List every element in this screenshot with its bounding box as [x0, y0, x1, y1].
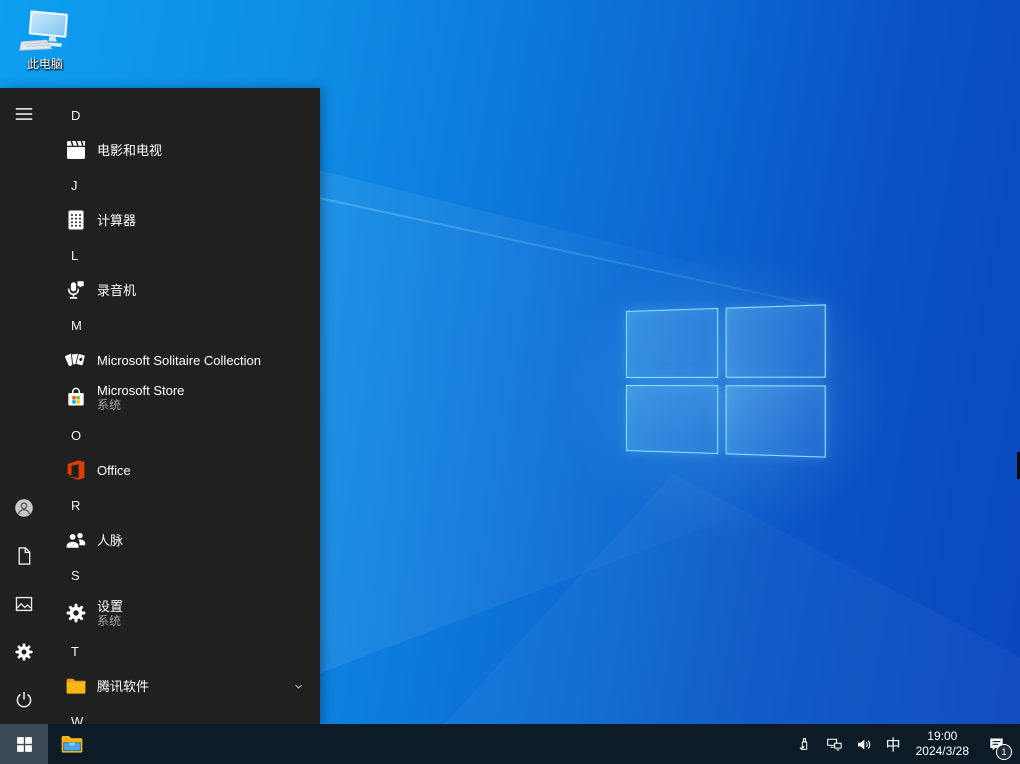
app-label: Microsoft Solitaire Collection — [97, 353, 261, 368]
start-menu-item[interactable]: 录音机 — [48, 273, 320, 307]
clock-date: 2024/3/28 — [916, 744, 969, 759]
this-pc-desktop-icon[interactable]: 此电脑 — [8, 6, 82, 72]
desktop-screen: 此电脑 D 电影和电视 J 计算器 L 录音机 M Microsoft Solitaire C… — [0, 0, 1020, 764]
app-label: Microsoft Store — [97, 383, 184, 398]
computer-icon — [18, 6, 72, 54]
office-icon — [64, 458, 88, 482]
network-icon — [825, 735, 844, 754]
start-menu-item[interactable]: Microsoft Solitaire Collection — [48, 343, 320, 377]
windows-logo-pane — [725, 385, 826, 458]
start-menu-item[interactable]: 计算器 — [48, 203, 320, 237]
usb-eject-icon — [795, 735, 814, 754]
app-list-section-header[interactable]: M — [48, 307, 320, 343]
start-menu-item[interactable]: Microsoft Store 系统 — [48, 377, 320, 417]
app-label: 设置 — [97, 599, 123, 614]
app-list-section-header[interactable]: T — [48, 633, 320, 669]
movies-tv-icon — [64, 138, 88, 162]
desktop-icon-label: 此电脑 — [8, 55, 82, 72]
calculator-icon — [64, 208, 88, 232]
action-center-button[interactable]: 1 — [985, 733, 1008, 756]
start-button[interactable] — [0, 724, 48, 764]
app-label: 人脉 — [97, 533, 123, 548]
file-explorer-button[interactable] — [48, 724, 96, 764]
rail-settings-button[interactable] — [0, 628, 48, 676]
app-list-section-header[interactable]: W — [48, 703, 320, 724]
clock-time: 19:00 — [916, 729, 969, 744]
start-menu-item[interactable]: Office — [48, 453, 320, 487]
start-menu-item[interactable]: 电影和电视 — [48, 133, 320, 167]
rail-account-button[interactable] — [0, 484, 48, 532]
app-label: 电影和电视 — [97, 143, 162, 158]
rail-bottom — [0, 484, 48, 724]
windows-logo-pane — [626, 308, 718, 378]
microsoft-store-icon — [64, 385, 88, 409]
start-menu-rail — [0, 88, 48, 724]
rail-menu-button[interactable] — [0, 90, 48, 138]
start-menu-item[interactable]: 腾讯软件 — [48, 669, 320, 703]
app-list-section-header[interactable]: S — [48, 557, 320, 593]
volume-button[interactable] — [853, 733, 876, 756]
folder-icon — [64, 674, 88, 698]
network-button[interactable] — [823, 733, 846, 756]
start-menu-item[interactable]: 人脉 — [48, 523, 320, 557]
start-menu-item[interactable]: 设置 系统 — [48, 593, 320, 633]
app-list-section-header[interactable]: R — [48, 487, 320, 523]
rail-pictures-button[interactable] — [0, 580, 48, 628]
app-label: 计算器 — [97, 213, 136, 228]
file-explorer-icon — [59, 731, 85, 757]
app-label: 录音机 — [97, 283, 136, 298]
windows-logo — [626, 304, 826, 457]
windows-start-icon — [14, 734, 35, 755]
chevron-down-icon[interactable] — [292, 680, 305, 693]
app-list-section-header[interactable]: J — [48, 167, 320, 203]
rail-top — [0, 90, 48, 138]
app-label: 腾讯软件 — [97, 679, 149, 694]
taskbar: 中 19:00 2024/3/28 1 — [0, 724, 1020, 764]
taskbar-clock[interactable]: 19:00 2024/3/28 — [916, 729, 969, 759]
app-list-section-header[interactable]: O — [48, 417, 320, 453]
people-icon — [64, 528, 88, 552]
settings-icon — [64, 601, 88, 625]
app-label: Office — [97, 463, 131, 478]
rail-power-button[interactable] — [0, 676, 48, 724]
notification-badge: 1 — [996, 744, 1012, 760]
app-list-section-header[interactable]: D — [48, 97, 320, 133]
app-list-section-header[interactable]: L — [48, 237, 320, 273]
voice-recorder-icon — [64, 278, 88, 302]
windows-logo-pane — [725, 304, 826, 377]
system-tray: 中 19:00 2024/3/28 1 — [793, 729, 1020, 759]
ime-indicator[interactable]: 中 — [883, 734, 904, 755]
start-menu: D 电影和电视 J 计算器 L 录音机 M Microsoft Solitaire Colle… — [0, 88, 320, 724]
app-list: D 电影和电视 J 计算器 L 录音机 M Microsoft Solitaire Colle… — [48, 88, 320, 724]
usb-device-button[interactable] — [793, 733, 816, 756]
rail-documents-button[interactable] — [0, 532, 48, 580]
speaker-icon — [855, 735, 874, 754]
app-subtitle: 系统 — [97, 399, 184, 412]
app-subtitle: 系统 — [97, 615, 123, 628]
solitaire-icon — [64, 348, 88, 372]
windows-logo-pane — [626, 385, 718, 455]
